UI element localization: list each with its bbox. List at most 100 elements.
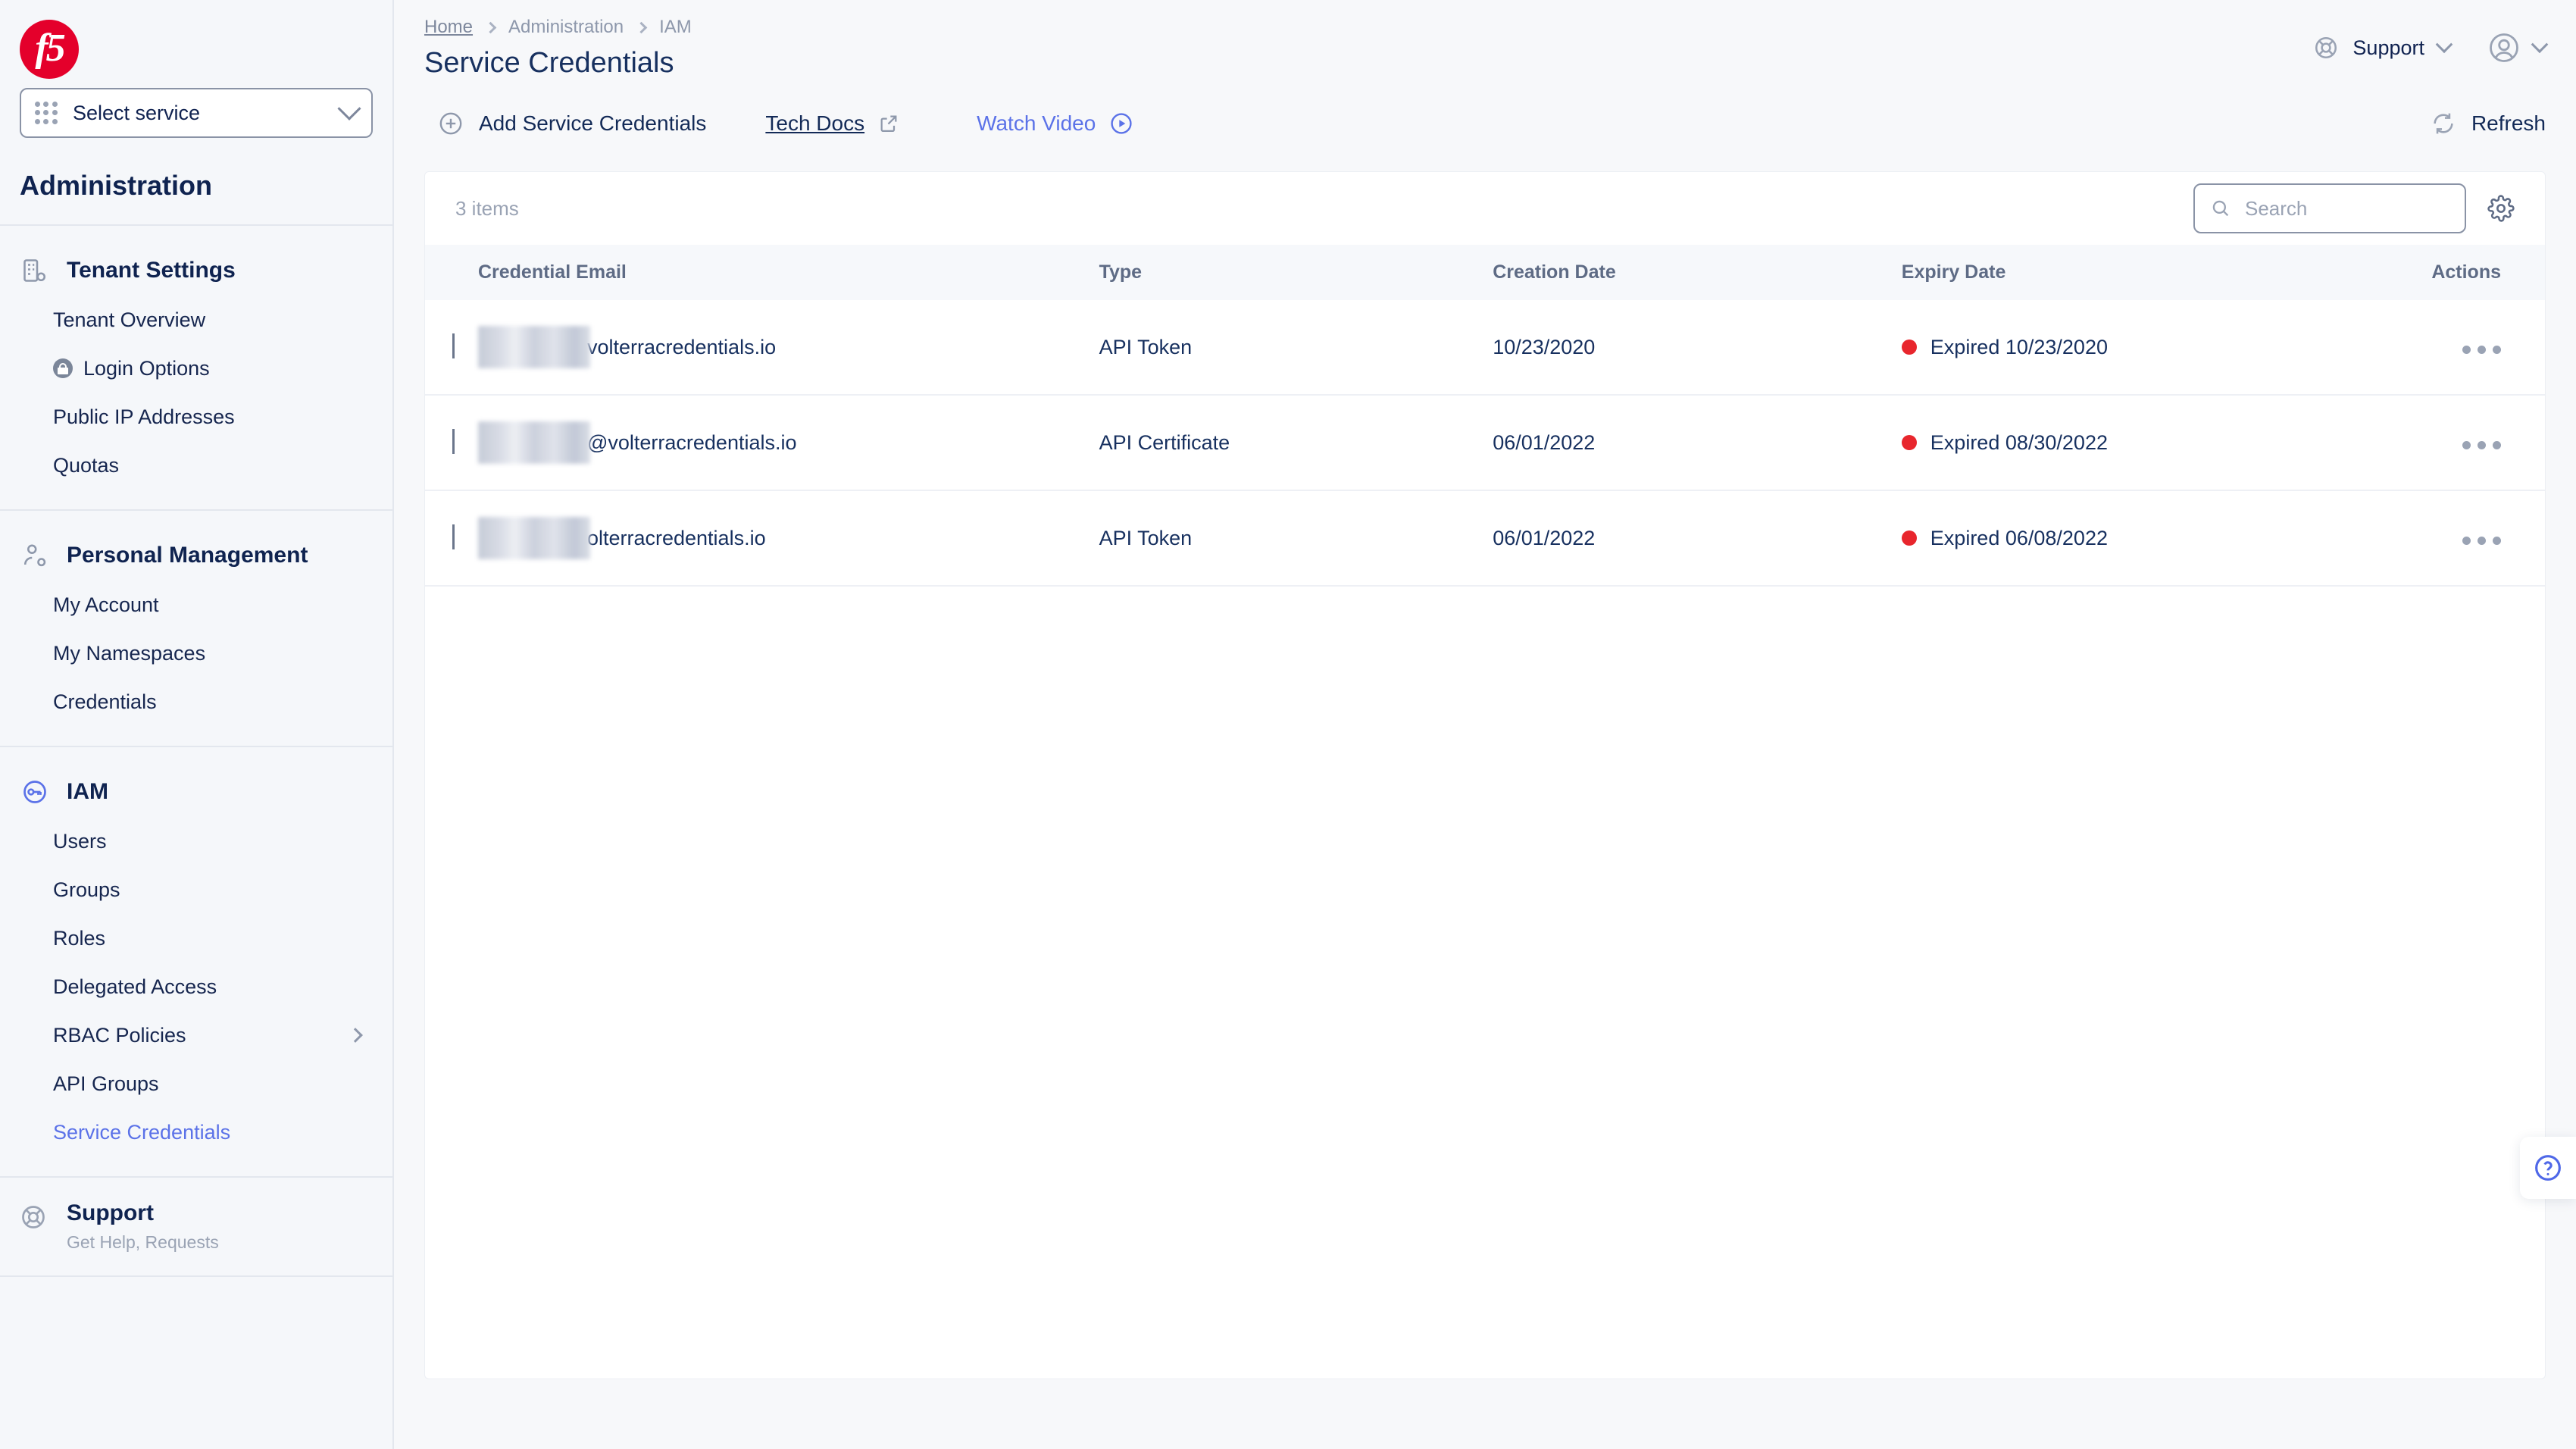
- lifebuoy-icon: [20, 1203, 50, 1235]
- external-link-icon: [878, 113, 899, 134]
- sidebar-item-public-ip-addresses[interactable]: Public IP Addresses: [0, 393, 392, 441]
- chevron-down-icon: [337, 97, 361, 120]
- service-selector[interactable]: Select service: [20, 88, 373, 138]
- col-expiry-date: Expiry Date: [1902, 245, 2432, 300]
- expand-row-chevron-icon[interactable]: [452, 429, 455, 454]
- lifebuoy-icon: [2313, 35, 2339, 61]
- sidebar-item-login-options[interactable]: Login Options: [0, 344, 392, 393]
- f5-logo-icon[interactable]: f5: [20, 20, 79, 79]
- sidebar-item-label: API Groups: [53, 1072, 159, 1096]
- credential-email-suffix: @volterracredentials.io: [587, 431, 797, 455]
- section-header-iam[interactable]: IAM: [0, 767, 392, 817]
- section-header-tenant-settings[interactable]: Tenant Settings: [0, 246, 392, 296]
- account-menu-button[interactable]: [2488, 32, 2546, 64]
- sidebar-item-roles[interactable]: Roles: [0, 914, 392, 962]
- breadcrumb-separator-icon: [636, 21, 648, 33]
- status-badge: Expired 10/23/2020: [1930, 336, 2108, 359]
- col-credential-email: Credential Email: [478, 245, 1099, 300]
- search-container[interactable]: [2193, 183, 2466, 233]
- sidebar-support-block[interactable]: Support Get Help, Requests: [0, 1176, 392, 1277]
- f5-logo-text: f5: [20, 20, 79, 79]
- cell-credential-email: volterracredentials.io: [478, 300, 1099, 395]
- sidebar-item-label: Service Credentials: [53, 1121, 230, 1144]
- items-count: 3 items: [455, 197, 519, 221]
- kebab-menu-icon[interactable]: [2462, 441, 2501, 449]
- sidebar-item-my-account[interactable]: My Account: [0, 581, 392, 629]
- cell-credential-email: olterracredentials.io: [478, 490, 1099, 586]
- table-row[interactable]: volterracredentials.io API Token 10/23/2…: [425, 300, 2545, 395]
- plus-circle-icon: [438, 111, 464, 136]
- status-dot-icon: [1902, 530, 1917, 546]
- section-title: Personal Management: [67, 543, 308, 568]
- sidebar-item-users[interactable]: Users: [0, 817, 392, 865]
- chevron-right-icon: [348, 1028, 363, 1043]
- sidebar-item-rbac-policies[interactable]: RBAC Policies: [0, 1011, 392, 1059]
- search-icon: [2210, 198, 2231, 219]
- table-row[interactable]: @volterracredentials.io API Certificate …: [425, 395, 2545, 490]
- help-button[interactable]: [2520, 1137, 2576, 1199]
- kebab-menu-icon[interactable]: [2462, 346, 2501, 354]
- section-header-personal-management[interactable]: Personal Management: [0, 530, 392, 581]
- support-menu-button[interactable]: Support: [2313, 35, 2450, 61]
- breadcrumb-item-administration[interactable]: Administration: [508, 17, 624, 38]
- cell-creation-date: 06/01/2022: [1493, 395, 1902, 490]
- user-settings-icon: [20, 542, 50, 569]
- sidebar-item-delegated-access[interactable]: Delegated Access: [0, 962, 392, 1011]
- tech-docs-link[interactable]: Tech Docs: [765, 111, 899, 136]
- expand-row-chevron-icon[interactable]: [452, 524, 455, 549]
- kebab-menu-icon[interactable]: [2462, 537, 2501, 545]
- expand-row-chevron-icon[interactable]: [452, 333, 455, 358]
- add-service-credentials-label: Add Service Credentials: [479, 111, 706, 136]
- support-menu-label: Support: [2352, 36, 2424, 60]
- sidebar-item-my-namespaces[interactable]: My Namespaces: [0, 629, 392, 678]
- nav-section-personal-management: Personal Management My Account My Namesp…: [0, 509, 392, 746]
- redacted-email-block: [478, 326, 590, 368]
- sidebar-item-api-groups[interactable]: API Groups: [0, 1059, 392, 1108]
- breadcrumb-item-home[interactable]: Home: [424, 17, 473, 38]
- cell-type: API Certificate: [1099, 395, 1493, 490]
- action-toolbar: Add Service Credentials Tech Docs Watch …: [394, 89, 2576, 158]
- play-circle-icon: [1109, 111, 1133, 136]
- sidebar-item-tenant-overview[interactable]: Tenant Overview: [0, 296, 392, 344]
- cell-type: API Token: [1099, 300, 1493, 395]
- breadcrumb-separator-icon: [485, 21, 497, 33]
- sidebar-item-service-credentials[interactable]: Service Credentials: [0, 1108, 392, 1156]
- section-title: Tenant Settings: [67, 258, 236, 283]
- add-service-credentials-button[interactable]: Add Service Credentials: [438, 111, 706, 136]
- watch-video-link[interactable]: Watch Video: [977, 111, 1133, 136]
- key-circle-icon: [20, 778, 50, 806]
- refresh-button[interactable]: Refresh: [2431, 111, 2546, 136]
- refresh-icon: [2431, 111, 2456, 136]
- cell-creation-date: 06/01/2022: [1493, 490, 1902, 586]
- sidebar-item-label: Groups: [53, 878, 120, 902]
- sidebar-item-label: RBAC Policies: [53, 1024, 186, 1047]
- nav-section-iam: IAM Users Groups Roles Delegated Access …: [0, 746, 392, 1176]
- sidebar-item-label: Public IP Addresses: [53, 405, 235, 429]
- sidebar-item-label: Roles: [53, 927, 105, 950]
- sidebar-filler: [0, 1277, 392, 1449]
- credential-email-suffix: volterracredentials.io: [587, 336, 776, 359]
- logo-container: f5: [0, 0, 392, 85]
- search-input[interactable]: [2245, 197, 2449, 221]
- watch-video-label: Watch Video: [977, 111, 1096, 136]
- breadcrumb-item-iam[interactable]: IAM: [659, 17, 692, 38]
- table-settings-gear-icon[interactable]: [2487, 195, 2515, 222]
- sidebar-item-credentials[interactable]: Credentials: [0, 678, 392, 726]
- status-dot-icon: [1902, 340, 1917, 355]
- credentials-panel: 3 items: [424, 171, 2546, 1379]
- sidebar-item-label: Tenant Overview: [53, 308, 205, 332]
- cell-credential-email: @volterracredentials.io: [478, 395, 1099, 490]
- question-circle-icon: [2533, 1153, 2563, 1183]
- sidebar-item-groups[interactable]: Groups: [0, 865, 392, 914]
- sidebar: f5 Select service Administration: [0, 0, 394, 1449]
- row-expand-cell: [425, 490, 478, 586]
- grid-dots-icon: [35, 102, 58, 124]
- sidebar-item-quotas[interactable]: Quotas: [0, 441, 392, 490]
- service-selector-label: Select service: [73, 102, 341, 125]
- sidebar-item-label: My Namespaces: [53, 642, 205, 665]
- row-expand-cell: [425, 300, 478, 395]
- sidebar-item-label: My Account: [53, 593, 159, 617]
- table-row[interactable]: olterracredentials.io API Token 06/01/20…: [425, 490, 2545, 586]
- cell-type: API Token: [1099, 490, 1493, 586]
- cell-expiry-date: Expired 10/23/2020: [1902, 300, 2432, 395]
